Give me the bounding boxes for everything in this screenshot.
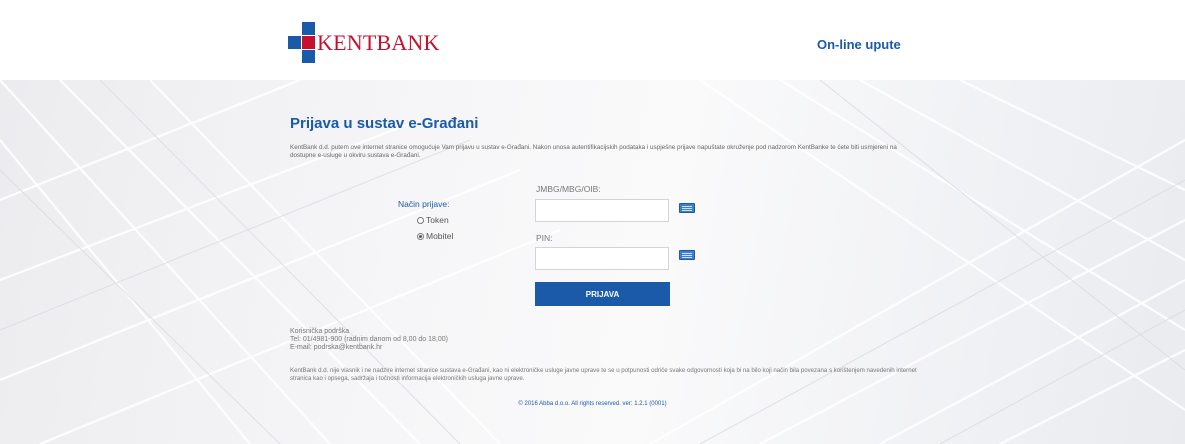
header: KENTBANK On-line upute (0, 0, 1185, 80)
intro-text: KentBank d.d. putem ove internet stranic… (290, 144, 897, 159)
virtual-keyboard-icon[interactable] (679, 250, 695, 260)
logo-square (302, 22, 315, 35)
virtual-keyboard-icon[interactable] (679, 203, 695, 213)
online-help-link[interactable]: On-line upute (817, 37, 901, 52)
login-method-label: Način prijave: (398, 199, 450, 209)
logo-square (302, 50, 315, 63)
kentbank-logo[interactable]: KENTBANK (288, 22, 448, 64)
logo-square (302, 36, 315, 49)
copyright-footer: © 2016 Abba d.o.o. All rights reserved. … (518, 401, 667, 407)
support-title: Korisnička podrška (290, 328, 350, 335)
radio-token[interactable]: Token (417, 215, 449, 225)
page-title: Prijava u sustav e-Građani (290, 115, 479, 132)
pin-field-label: PIN: (536, 233, 553, 243)
radio-mobitel-label: Mobitel (426, 231, 454, 241)
radio-button-icon[interactable] (417, 216, 424, 224)
login-button[interactable]: PRIJAVA (535, 282, 670, 306)
logo-square (288, 36, 301, 49)
disclaimer-text: KentBank d.d. nije vlasnik i ne nadzire … (290, 367, 917, 382)
support-info: Korisnička podrška Tel: 01/4981-900 (rad… (290, 328, 448, 353)
radio-token-label: Token (426, 215, 449, 225)
support-phone: Tel: 01/4981-900 (radnim danom od 8,00 d… (290, 336, 448, 344)
radio-button-checked-icon[interactable] (417, 232, 424, 240)
support-email: E-mail: podrska@kentbank.hr (290, 344, 383, 352)
radio-mobitel[interactable]: Mobitel (417, 231, 453, 241)
login-panel: Prijava u sustav e-Građani KentBank d.d.… (0, 80, 1185, 444)
id-field-label: JMBG/MBG/OIB: (536, 184, 601, 194)
pin-input[interactable] (535, 247, 669, 270)
logo-text: KENTBANK (317, 30, 440, 55)
id-input[interactable] (535, 199, 669, 222)
